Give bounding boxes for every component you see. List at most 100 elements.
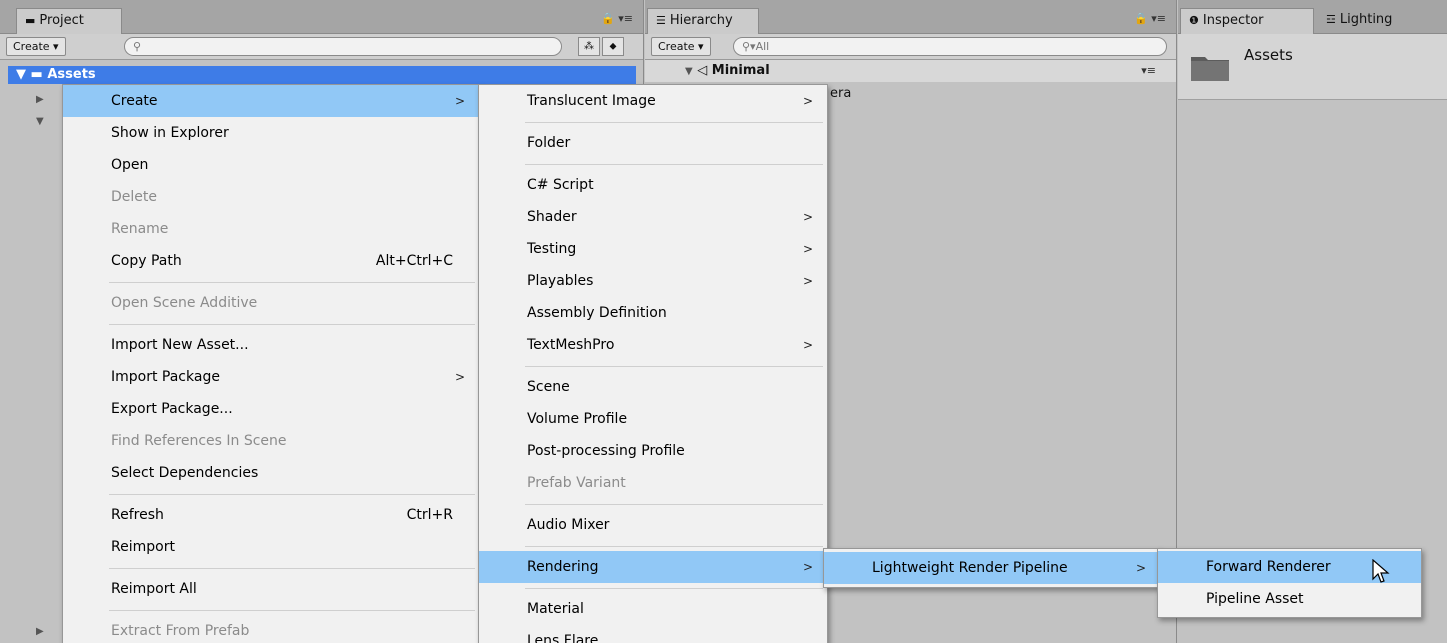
lock-icon[interactable]: 🔒 [601, 12, 615, 25]
menu-separator [525, 366, 823, 367]
context-menu-item-label: Rename [111, 221, 169, 237]
context-menu: Create > Show in Explorer Open Delete Rename C… [62, 84, 480, 643]
context-menu-item-label: Import Package [111, 369, 220, 385]
create-menu-item[interactable]: Rendering > [479, 551, 827, 583]
tab-lighting[interactable]: ☲ Lighting [1318, 8, 1418, 34]
submenu-arrow-icon: > [802, 274, 813, 288]
create-menu-item-label: Lens Flare [527, 633, 599, 643]
create-menu-item[interactable]: Testing > [479, 233, 827, 265]
camera-row-label[interactable]: era [830, 86, 851, 101]
rendering-menu-item-label: Lightweight Render Pipeline [872, 560, 1068, 576]
tab-project[interactable]: ▬ Project [16, 8, 122, 34]
lock-icon[interactable]: 🔒 [1134, 12, 1148, 25]
create-menu-item-label: Testing [527, 241, 577, 257]
folder-icon: ▼ ▬ [16, 67, 48, 82]
submenu-arrow-icon: > [802, 242, 813, 256]
tree-collapse-icon[interactable]: ▼ [36, 116, 44, 127]
context-menu-item-label: Select Dependencies [111, 465, 259, 481]
menu-separator [525, 122, 823, 123]
create-menu-item[interactable]: Folder [479, 127, 827, 159]
context-menu-item-label: Import New Asset... [111, 337, 249, 353]
menu-icon[interactable]: ▾≡ [1151, 12, 1166, 25]
create-menu-item-label: Rendering [527, 559, 599, 575]
create-menu-item-label: Material [527, 601, 584, 617]
context-menu-item: Delete [63, 181, 479, 213]
create-menu-item[interactable]: Material [479, 593, 827, 625]
menu-separator [109, 494, 475, 495]
context-menu-item: Open Scene Additive [63, 287, 479, 319]
create-menu-item[interactable]: Shader > [479, 201, 827, 233]
context-menu-item[interactable]: Reimport [63, 531, 479, 563]
unity-icon: ◁ [697, 63, 708, 78]
create-menu-item[interactable]: C# Script [479, 169, 827, 201]
create-menu-item[interactable]: Lens Flare [479, 625, 827, 643]
lwrp-menu-item[interactable]: Pipeline Asset [1158, 583, 1421, 615]
menu-icon[interactable]: ▾≡ [618, 12, 633, 25]
create-menu-item[interactable]: Assembly Definition [479, 297, 827, 329]
shortcut-label: Alt+Ctrl+C [375, 253, 453, 269]
hierarchy-search-input[interactable]: ⚲▾All [733, 37, 1167, 56]
create-menu-item-label: Translucent Image [527, 93, 656, 109]
create-menu-item[interactable]: Audio Mixer [479, 509, 827, 541]
create-menu-item-label: Prefab Variant [527, 475, 626, 491]
create-menu-item-label: Shader [527, 209, 577, 225]
tree-expand-icon[interactable]: ▶ [36, 94, 44, 105]
project-tab-controls[interactable]: 🔒 ▾≡ [601, 12, 633, 25]
rendering-menu-item[interactable]: Lightweight Render Pipeline > [824, 552, 1160, 584]
context-menu-item[interactable]: Create > [63, 85, 479, 117]
menu-separator [109, 568, 475, 569]
lwrp-menu-item-label: Forward Renderer [1206, 559, 1331, 575]
context-menu-item[interactable]: Show in Explorer [63, 117, 479, 149]
create-submenu: Translucent Image > Folder C# Script Shader >… [478, 84, 828, 643]
scene-menu-icon[interactable]: ▾≡ [1141, 60, 1156, 82]
assets-root-row[interactable]: ▼ ▬ Assets [8, 66, 636, 84]
filter-by-label-button[interactable]: ⬥ [602, 37, 624, 56]
context-menu-item[interactable]: Export Package... [63, 393, 479, 425]
project-create-label: Create [13, 40, 50, 53]
info-icon: ❶ [1189, 14, 1199, 27]
create-menu-item[interactable]: Playables > [479, 265, 827, 297]
create-menu-item-label: C# Script [527, 177, 594, 193]
hierarchy-create-button[interactable]: Create ▾ [651, 37, 711, 56]
context-menu-item-label: Reimport [111, 539, 175, 555]
create-menu-item-label: Scene [527, 379, 570, 395]
context-menu-item[interactable]: Select Dependencies [63, 457, 479, 489]
create-menu-item-label: Folder [527, 135, 571, 151]
assets-root-label: Assets [47, 67, 96, 82]
context-menu-item-label: Find References In Scene [111, 433, 287, 449]
context-menu-item[interactable]: Import New Asset... [63, 329, 479, 361]
context-menu-item[interactable]: Refresh Ctrl+R [63, 499, 479, 531]
inspector-title: Assets [1244, 46, 1293, 64]
project-search-input[interactable]: ⚲ [124, 37, 562, 56]
context-menu-item-label: Delete [111, 189, 157, 205]
context-menu-item[interactable]: Import Package > [63, 361, 479, 393]
context-menu-item[interactable]: Open [63, 149, 479, 181]
create-menu-item[interactable]: Scene [479, 371, 827, 403]
hierarchy-toolbar: Create ▾ ⚲▾All [645, 34, 1176, 60]
menu-separator [525, 504, 823, 505]
context-menu-item: Rename [63, 213, 479, 245]
create-menu-item: Prefab Variant [479, 467, 827, 499]
tab-inspector[interactable]: ❶ Inspector [1180, 8, 1314, 34]
scene-name: Minimal [711, 63, 770, 78]
submenu-arrow-icon: > [802, 560, 813, 574]
menu-separator [109, 610, 475, 611]
scene-root-row[interactable]: ▼ ◁ Minimal ▾≡ [645, 60, 1176, 82]
context-menu-item[interactable]: Copy Path Alt+Ctrl+C [63, 245, 479, 277]
context-menu-item[interactable]: Reimport All [63, 573, 479, 605]
create-menu-item[interactable]: Volume Profile [479, 403, 827, 435]
lwrp-menu-item-label: Pipeline Asset [1206, 591, 1304, 607]
menu-separator [109, 324, 475, 325]
create-menu-item[interactable]: Post-processing Profile [479, 435, 827, 467]
create-menu-item[interactable]: TextMeshPro > [479, 329, 827, 361]
hierarchy-tab-controls[interactable]: 🔒 ▾≡ [1134, 12, 1166, 25]
create-menu-item-label: Assembly Definition [527, 305, 667, 321]
tree-collapse-icon[interactable]: ▼ [685, 66, 693, 77]
create-menu-item[interactable]: Translucent Image > [479, 85, 827, 117]
filter-by-type-button[interactable]: ⁂ [578, 37, 600, 56]
project-create-button[interactable]: Create ▾ [6, 37, 66, 56]
submenu-arrow-icon: > [454, 94, 465, 108]
tree-expand-icon[interactable]: ▶ [36, 626, 44, 637]
tab-hierarchy-label: Hierarchy [669, 13, 733, 28]
tab-hierarchy[interactable]: ☰ Hierarchy [647, 8, 759, 34]
